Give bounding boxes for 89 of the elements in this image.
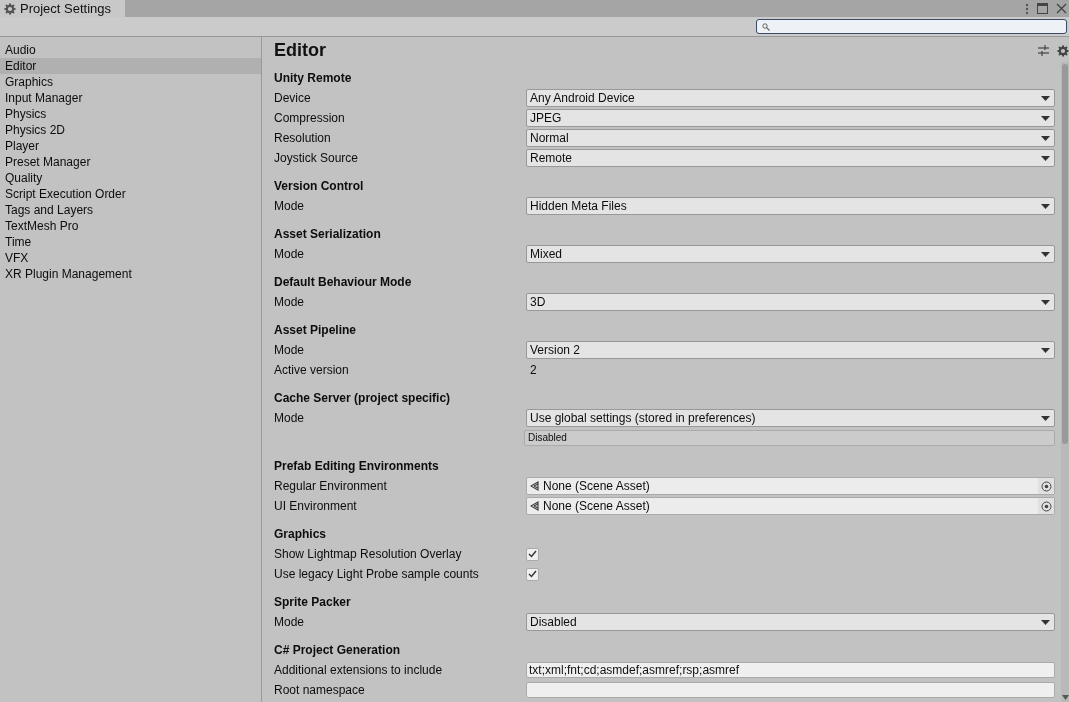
settings-icon[interactable] <box>1057 44 1069 57</box>
sidebar-item[interactable]: Input Manager <box>0 90 261 106</box>
sidebar-item[interactable]: Editor <box>0 58 261 74</box>
sidebar-item[interactable]: Physics <box>0 106 261 122</box>
field-label: Compression <box>274 111 346 125</box>
field-label: Use legacy Light Probe sample counts <box>274 567 480 581</box>
checkmark-icon <box>528 550 537 558</box>
section-header: Sprite Packer <box>274 594 352 611</box>
field-label: Active version <box>274 363 350 377</box>
caret-icon <box>1041 251 1050 257</box>
dropdown[interactable]: Mixed <box>526 245 1055 263</box>
caret-icon <box>1041 619 1050 625</box>
sidebar-item[interactable]: Preset Manager <box>0 154 261 170</box>
field-value: 2 <box>529 363 537 377</box>
section-header: Unity Remote <box>274 70 353 87</box>
sidebar-item[interactable]: Quality <box>0 170 261 186</box>
field-label: Mode <box>274 247 306 261</box>
section-header: Cache Server (project specific) <box>274 390 452 407</box>
field-label: UI Environment <box>274 499 358 513</box>
field-label: Device <box>274 91 312 105</box>
sliders-icon[interactable] <box>1038 45 1049 56</box>
caret-icon <box>1041 415 1050 421</box>
section-header: Asset Pipeline <box>274 322 358 339</box>
field-label: Mode <box>274 199 306 213</box>
section-header: C# Project Generation <box>274 642 402 659</box>
field-label: Joystick Source <box>274 151 360 165</box>
sidebar-item[interactable]: Player <box>0 138 261 154</box>
caret-icon <box>1041 135 1050 141</box>
dropdown[interactable]: Hidden Meta Files <box>526 197 1055 215</box>
maximize-icon[interactable] <box>1037 3 1048 14</box>
checkbox[interactable] <box>526 547 539 561</box>
section-header: Version Control <box>274 178 365 195</box>
dropdown[interactable]: Use global settings (stored in preferences) <box>526 409 1055 427</box>
scrollbar-thumb[interactable] <box>1062 64 1068 444</box>
caret-icon <box>1041 115 1050 121</box>
sidebar-item[interactable]: Physics 2D <box>0 122 261 138</box>
caret-icon <box>1041 95 1050 101</box>
object-field[interactable]: None (Scene Asset) <box>526 477 1055 495</box>
section-header: Asset Serialization <box>274 226 382 243</box>
field-label: Mode <box>274 343 306 357</box>
field-label: Additional extensions to include <box>274 663 444 677</box>
section-header: Prefab Editing Environments <box>274 458 440 475</box>
dropdown[interactable]: Disabled <box>526 613 1055 631</box>
scroll-down-icon[interactable] <box>1061 695 1069 700</box>
section-header: Graphics <box>274 526 328 543</box>
sidebar-item[interactable]: Tags and Layers <box>0 202 261 218</box>
sidebar-item[interactable]: Graphics <box>0 74 261 90</box>
caret-icon <box>1041 299 1050 305</box>
search-field[interactable] <box>756 19 1067 34</box>
unity-scene-icon <box>530 501 540 511</box>
checkbox[interactable] <box>526 567 539 581</box>
panel-title: Editor <box>274 40 326 61</box>
dropdown[interactable]: Version 2 <box>526 341 1055 359</box>
caret-icon <box>1041 155 1050 161</box>
object-picker-icon[interactable] <box>1040 480 1052 492</box>
caret-icon <box>1041 203 1050 209</box>
more-options-icon[interactable] <box>1025 2 1029 15</box>
caret-icon <box>1041 347 1050 353</box>
sidebar-item[interactable]: Audio <box>0 42 261 58</box>
checkmark-icon <box>528 570 537 578</box>
object-picker-icon[interactable] <box>1040 500 1052 512</box>
gear-icon <box>4 2 16 15</box>
status-box: Disabled <box>524 430 1055 446</box>
object-field[interactable]: None (Scene Asset) <box>526 497 1055 515</box>
close-icon[interactable] <box>1056 3 1067 14</box>
sidebar-item[interactable]: Script Execution Order <box>0 186 261 202</box>
sidebar-item[interactable]: TextMesh Pro <box>0 218 261 234</box>
field-label: Mode <box>274 615 306 629</box>
field-label: Mode <box>274 295 306 309</box>
field-label: Regular Environment <box>274 479 388 493</box>
field-label: Root namespace <box>274 683 366 697</box>
text-input[interactable] <box>526 682 1055 698</box>
dropdown[interactable]: Normal <box>526 129 1055 147</box>
dropdown[interactable]: 3D <box>526 293 1055 311</box>
field-label: Mode <box>274 411 306 425</box>
scrollbar[interactable] <box>1061 62 1069 702</box>
sidebar-item[interactable]: Time <box>0 234 261 250</box>
search-icon <box>762 22 770 31</box>
dropdown[interactable]: Remote <box>526 149 1055 167</box>
unity-scene-icon <box>530 481 540 491</box>
sidebar-item[interactable]: VFX <box>0 250 261 266</box>
section-header: Default Behaviour Mode <box>274 274 413 291</box>
field-label: Resolution <box>274 131 332 145</box>
window-tab[interactable]: Project Settings <box>0 0 126 17</box>
dropdown[interactable]: JPEG <box>526 109 1055 127</box>
text-input[interactable]: txt;xml;fnt;cd;asmdef;asmref;rsp;asmref <box>526 662 1055 678</box>
dropdown[interactable]: Any Android Device <box>526 89 1055 107</box>
field-label: Show Lightmap Resolution Overlay <box>274 547 463 561</box>
sidebar-item[interactable]: XR Plugin Management <box>0 266 261 282</box>
